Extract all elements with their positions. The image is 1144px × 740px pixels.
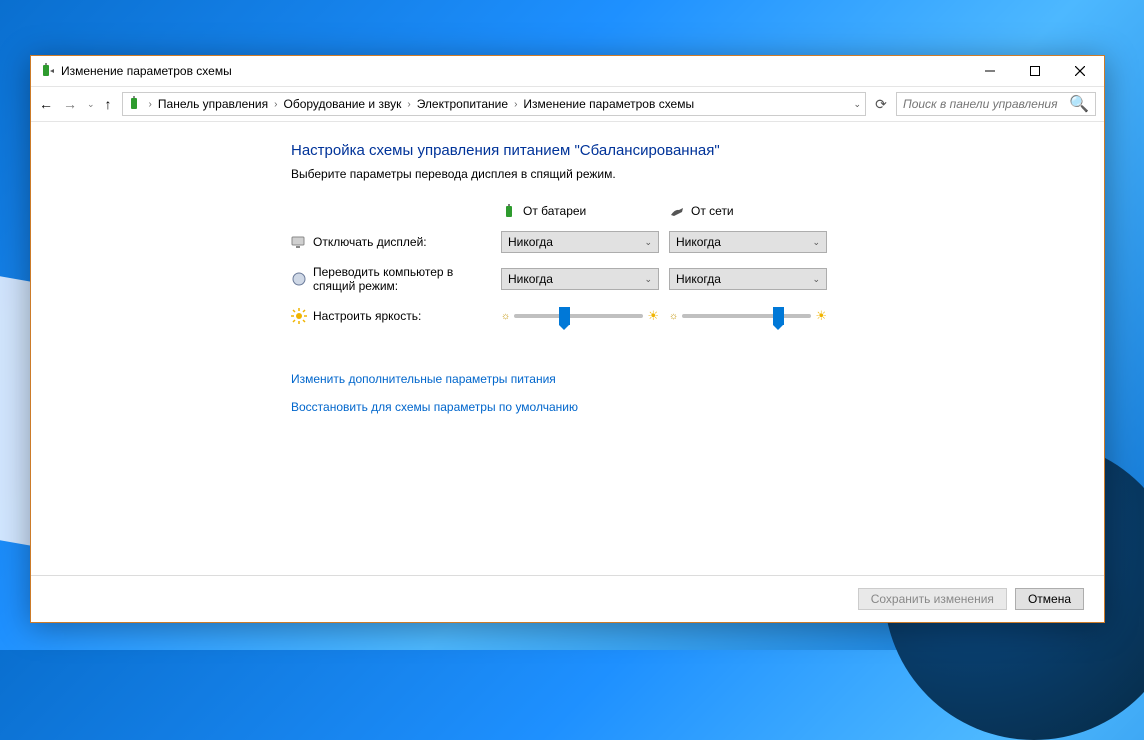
battery-icon [501, 203, 517, 219]
breadcrumb-item[interactable]: Панель управления [158, 97, 268, 111]
page-heading: Настройка схемы управления питанием "Сба… [291, 142, 1104, 159]
power-plan-icon [127, 96, 143, 112]
search-box[interactable]: 🔍 [896, 92, 1096, 116]
refresh-button[interactable]: ⟳ [870, 92, 892, 116]
column-battery: От батареи [501, 203, 659, 219]
breadcrumb-item[interactable]: Оборудование и звук [283, 97, 401, 111]
advanced-settings-link[interactable]: Изменить дополнительные параметры питани… [291, 372, 1104, 386]
monitor-icon [291, 234, 307, 250]
plug-icon [669, 203, 685, 219]
sleep-plugged-select[interactable]: Никогда⌄ [669, 268, 827, 290]
content-pane: Настройка схемы управления питанием "Сба… [31, 122, 1104, 575]
column-plugged: От сети [669, 203, 827, 219]
page-subtitle: Выберите параметры перевода дисплея в сп… [291, 167, 1104, 181]
address-bar[interactable]: › Панель управления › Оборудование и зву… [122, 92, 866, 116]
display-off-plugged-select[interactable]: Никогда⌄ [669, 231, 827, 253]
minimize-button[interactable] [967, 56, 1012, 86]
power-plan-icon [39, 63, 55, 79]
recent-dropdown[interactable]: ⌄ [87, 99, 95, 110]
cancel-button[interactable]: Отмена [1015, 588, 1084, 610]
sun-high-icon: ☀ [815, 308, 827, 324]
links-section: Изменить дополнительные параметры питани… [291, 372, 1104, 414]
forward-button: → [63, 96, 77, 112]
sun-high-icon: ☀ [647, 308, 659, 324]
footer: Сохранить изменения Отмена [31, 575, 1104, 622]
breadcrumb-item[interactable]: Изменение параметров схемы [523, 97, 694, 111]
sun-icon [291, 308, 307, 324]
row-display-off-label: Отключать дисплей: [291, 234, 491, 250]
save-button: Сохранить изменения [858, 588, 1007, 610]
brightness-battery-slider[interactable]: ☼ ☀ [501, 305, 659, 327]
restore-defaults-link[interactable]: Восстановить для схемы параметры по умол… [291, 400, 1104, 414]
search-icon: 🔍 [1069, 94, 1089, 114]
nav-bar: ← → ⌄ ↑ › Панель управления › Оборудован… [31, 86, 1104, 122]
breadcrumb-item[interactable]: Электропитание [417, 97, 508, 111]
sun-low-icon: ☼ [669, 311, 678, 322]
display-off-battery-select[interactable]: Никогда⌄ [501, 231, 659, 253]
close-button[interactable] [1057, 56, 1102, 86]
titlebar: Изменение параметров схемы [31, 56, 1104, 86]
search-input[interactable] [903, 97, 1069, 111]
window: Изменение параметров схемы ← → ⌄ ↑ › Пан… [30, 55, 1105, 623]
window-title: Изменение параметров схемы [61, 64, 967, 78]
maximize-button[interactable] [1012, 56, 1057, 86]
sleep-battery-select[interactable]: Никогда⌄ [501, 268, 659, 290]
address-dropdown[interactable]: ⌄ [853, 99, 861, 110]
sun-low-icon: ☼ [501, 311, 510, 322]
brightness-plugged-slider[interactable]: ☼ ☀ [669, 305, 827, 327]
moon-icon [291, 271, 307, 287]
up-button[interactable]: ↑ [105, 96, 112, 112]
settings-grid: От батареи От сети Отключать дисплей: Ни… [291, 203, 1104, 327]
row-brightness-label: Настроить яркость: [291, 308, 491, 324]
back-button[interactable]: ← [39, 96, 53, 112]
row-sleep-label: Переводить компьютер в спящий режим: [291, 265, 491, 293]
